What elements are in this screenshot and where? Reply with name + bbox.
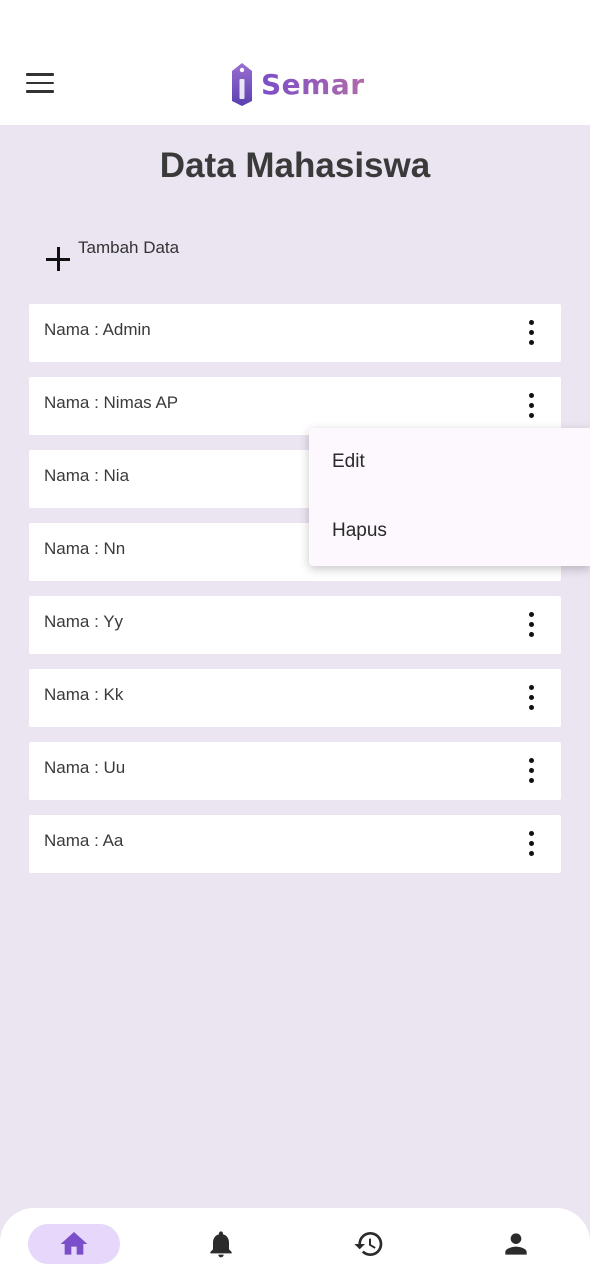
student-name: Nama : Aa: [44, 831, 124, 850]
more-vert-icon: [529, 320, 534, 325]
hamburger-icon: [26, 73, 54, 76]
app-logo: Semar: [229, 60, 365, 108]
history-icon: [354, 1232, 383, 1256]
bell-icon: [210, 1231, 232, 1258]
list-item: Nama : Uu: [29, 742, 561, 800]
context-menu: Edit Hapus: [309, 428, 590, 566]
brand-name: Semar: [261, 67, 365, 101]
plus-icon: [46, 247, 70, 271]
nav-history[interactable]: [323, 1224, 415, 1264]
page-title: Data Mahasiswa: [159, 146, 431, 185]
student-name: Nama : Nn: [44, 539, 126, 558]
student-name: Nama : Uu: [44, 758, 126, 777]
student-name: Nama : Nimas AP: [44, 393, 179, 412]
list-item: Nama : Aa: [29, 815, 561, 873]
more-vert-icon: [529, 758, 534, 763]
more-vert-icon: [529, 831, 534, 836]
add-data-label: Tambah Data: [78, 238, 180, 257]
more-options-button[interactable]: [519, 758, 543, 784]
more-options-button[interactable]: [519, 393, 543, 419]
student-name: Nama : Nia: [44, 466, 130, 485]
home-icon: [60, 1232, 88, 1255]
menu-button[interactable]: [26, 73, 54, 93]
person-icon: [505, 1233, 527, 1255]
more-vert-icon: [529, 612, 534, 617]
nav-notifications[interactable]: [175, 1224, 267, 1264]
delete-menu-item[interactable]: Hapus: [309, 501, 590, 561]
more-vert-icon: [529, 685, 534, 690]
app-header: Semar: [0, 0, 590, 125]
more-vert-icon: [529, 393, 534, 398]
nav-home[interactable]: [28, 1224, 120, 1264]
list-item: Nama : Kk: [29, 669, 561, 727]
add-data-button[interactable]: Tambah Data: [46, 238, 179, 274]
more-options-button[interactable]: [519, 612, 543, 638]
student-name: Nama : Admin: [44, 320, 151, 339]
list-item: Nama : Nimas AP: [29, 377, 561, 435]
list-item: Nama : Admin: [29, 304, 561, 362]
more-options-button[interactable]: [519, 831, 543, 857]
semar-logo-icon: [232, 63, 252, 106]
nav-profile[interactable]: [470, 1224, 562, 1264]
student-name: Nama : Kk: [44, 685, 124, 704]
student-name: Nama : Yy: [44, 612, 124, 631]
bottom-navigation: [0, 1208, 590, 1280]
edit-menu-item[interactable]: Edit: [309, 432, 590, 492]
more-options-button[interactable]: [519, 685, 543, 711]
list-item: Nama : Yy: [29, 596, 561, 654]
more-options-button[interactable]: [519, 320, 543, 346]
